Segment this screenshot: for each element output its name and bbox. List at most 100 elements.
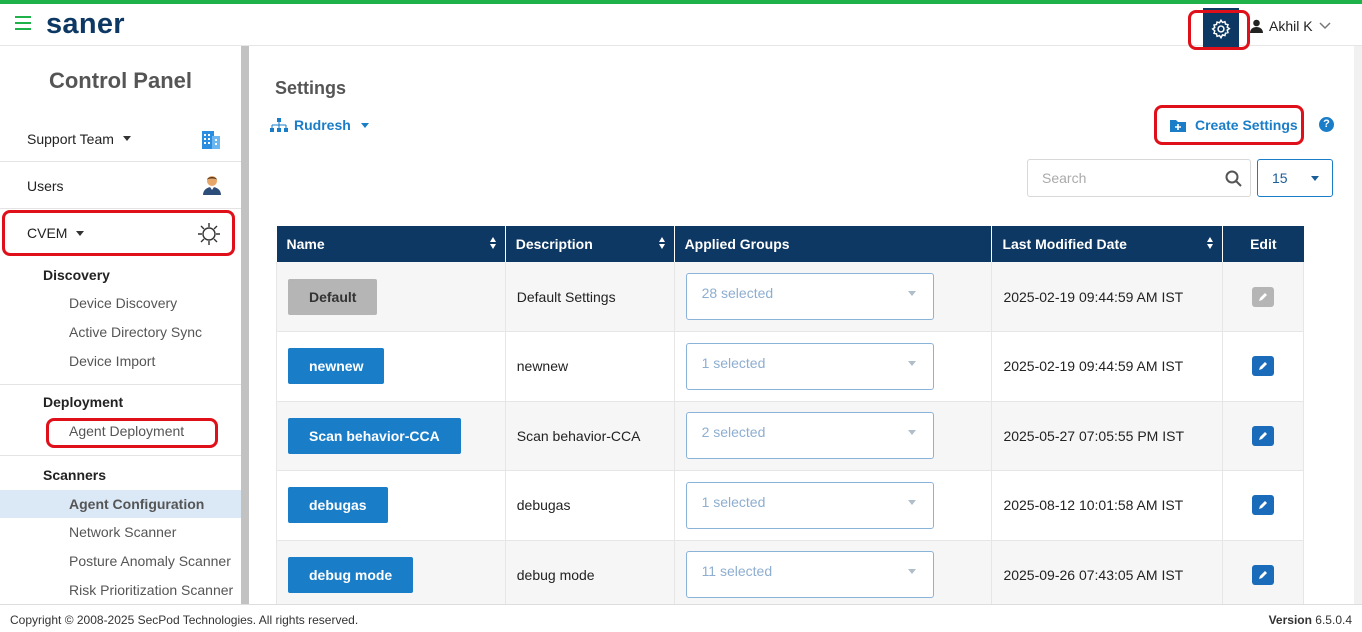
setting-name-button[interactable]: newnew — [288, 348, 385, 385]
table-row: Default Default Settings 28 selected 202… — [276, 262, 1304, 332]
support-team-label: Support Team — [27, 130, 114, 147]
page-title: Settings — [275, 78, 347, 98]
create-settings-label: Create Settings — [1195, 117, 1298, 133]
control-panel-sidebar: Control Panel Support Team Users CVEM Di… — [0, 46, 249, 604]
setting-description: newnew — [505, 331, 675, 402]
folder-plus-icon — [1170, 119, 1186, 132]
org-name: Rudresh — [294, 117, 351, 133]
org-selector[interactable]: Rudresh — [270, 117, 369, 133]
hamburger-menu-icon[interactable] — [15, 16, 31, 30]
setting-name-button[interactable]: Scan behavior-CCA — [288, 417, 461, 454]
sidebar-item-posture-anomaly-scanner[interactable]: Posture Anomaly Scanner — [0, 547, 241, 575]
page-size-value: 15 — [1272, 170, 1288, 186]
caret-down-icon — [907, 430, 916, 436]
applied-groups-select[interactable]: 1 selected — [685, 342, 934, 390]
chevron-down-icon — [1319, 22, 1331, 30]
edit-button[interactable] — [1252, 564, 1275, 585]
sidebar-item-device-discovery[interactable]: Device Discovery — [0, 289, 241, 317]
sidebar-item-device-import[interactable]: Device Import — [0, 347, 241, 375]
pencil-icon — [1259, 431, 1268, 440]
applied-groups-select[interactable]: 1 selected — [685, 481, 934, 529]
applied-groups-select[interactable]: 28 selected — [685, 273, 934, 320]
sidebar-item-active-directory-sync[interactable]: Active Directory Sync — [0, 318, 241, 346]
sidebar-item-users[interactable]: Users — [0, 163, 241, 209]
settings-gear-button[interactable] — [1203, 8, 1239, 50]
caret-down-icon — [1311, 176, 1319, 181]
applied-groups-select[interactable]: 11 selected — [685, 551, 934, 599]
column-header-applied-groups: Applied Groups — [674, 226, 993, 262]
edit-button[interactable] — [1252, 425, 1275, 446]
caret-down-icon — [907, 291, 916, 296]
sidebar-item-cvem[interactable]: CVEM — [0, 210, 241, 256]
last-modified-date: 2025-08-12 10:01:58 AM IST — [991, 470, 1224, 541]
settings-table: Name Description Applied Groups Last Mod… — [276, 226, 1304, 610]
edit-button[interactable] — [1252, 356, 1275, 377]
discovery-heading: Discovery — [43, 267, 110, 283]
pencil-icon — [1259, 362, 1268, 371]
gear-icon — [1211, 18, 1231, 40]
user-name: Akhil K — [1269, 18, 1313, 34]
copyright-text: Copyright © 2008-2025 SecPod Technologie… — [10, 613, 359, 627]
sort-icon[interactable] — [1207, 237, 1214, 249]
sidebar-item-network-scanner[interactable]: Network Scanner — [0, 518, 241, 546]
caret-down-icon — [907, 569, 916, 575]
last-modified-date: 2025-05-27 07:05:55 PM IST — [991, 401, 1224, 471]
column-header-edit: Edit — [1222, 226, 1304, 262]
last-modified-date: 2025-02-19 09:44:59 AM IST — [991, 262, 1224, 332]
cvem-label: CVEM — [27, 225, 68, 241]
users-label: Users — [27, 177, 64, 194]
pencil-icon — [1259, 292, 1268, 301]
table-header-row: Name Description Applied Groups Last Mod… — [276, 226, 1304, 262]
applied-groups-select[interactable]: 2 selected — [685, 412, 934, 460]
table-row: Scan behavior-CCA Scan behavior-CCA 2 se… — [276, 401, 1304, 471]
page-size-select[interactable]: 15 — [1257, 159, 1333, 197]
user-menu[interactable]: Akhil K — [1250, 18, 1331, 34]
org-tree-icon — [270, 118, 288, 132]
search-box — [1027, 159, 1251, 197]
sidebar-item-agent-deployment[interactable]: Agent Deployment — [0, 417, 241, 445]
sort-icon[interactable] — [658, 237, 666, 249]
search-icon[interactable] — [1225, 170, 1242, 187]
table-row: debugas debugas 1 selected 2025-08-12 10… — [276, 470, 1304, 541]
setting-name-button[interactable]: debug mode — [288, 556, 414, 593]
create-settings-button[interactable]: Create Settings — [1170, 117, 1298, 133]
sidebar-item-support-team[interactable]: Support Team — [0, 116, 241, 162]
last-modified-date: 2025-02-19 09:44:59 AM IST — [991, 331, 1224, 402]
table-row: debug mode debug mode 11 selected 2025-0… — [276, 540, 1304, 610]
footer: Copyright © 2008-2025 SecPod Technologie… — [0, 604, 1362, 632]
caret-down-icon — [907, 499, 916, 505]
top-bar: saner Akhil K — [0, 0, 1362, 50]
edit-button[interactable] — [1252, 286, 1275, 307]
search-input[interactable] — [1028, 160, 1218, 196]
column-header-last-modified[interactable]: Last Modified Date — [991, 226, 1224, 262]
column-header-description[interactable]: Description — [505, 226, 675, 262]
user-avatar-icon — [203, 176, 221, 195]
caret-down-icon — [122, 136, 131, 141]
sort-icon[interactable] — [489, 237, 497, 249]
table-row: newnew newnew 1 selected 2025-02-19 09:4… — [276, 331, 1304, 402]
column-header-name[interactable]: Name — [276, 226, 506, 262]
sidebar-divider — [0, 384, 241, 385]
version-info: Version 6.5.0.4 — [1268, 613, 1352, 627]
page-scrollbar[interactable] — [1354, 46, 1362, 604]
setting-description: debug mode — [505, 540, 675, 610]
caret-down-icon — [907, 360, 916, 366]
setting-description: Default Settings — [505, 262, 675, 332]
sidebar-scrollbar[interactable] — [241, 46, 249, 604]
setting-description: Scan behavior-CCA — [505, 401, 675, 471]
user-icon — [1250, 19, 1263, 33]
building-icon — [202, 131, 220, 149]
pencil-icon — [1259, 570, 1268, 579]
edit-button[interactable] — [1252, 495, 1275, 516]
saner-logo[interactable]: saner — [46, 8, 125, 41]
sidebar-item-risk-prioritization-scanner[interactable]: Risk Prioritization Scanner — [0, 576, 241, 604]
setting-name-button[interactable]: Default — [288, 278, 378, 315]
sidebar-item-agent-configuration[interactable]: Agent Configuration — [0, 490, 241, 518]
help-icon[interactable]: ? — [1319, 117, 1334, 132]
last-modified-date: 2025-09-26 07:43:05 AM IST — [991, 540, 1224, 610]
sidebar-title: Control Panel — [48, 68, 192, 93]
setting-description: debugas — [505, 470, 675, 541]
caret-down-icon — [360, 122, 369, 128]
sidebar-divider — [0, 455, 241, 456]
setting-name-button[interactable]: debugas — [288, 487, 388, 524]
